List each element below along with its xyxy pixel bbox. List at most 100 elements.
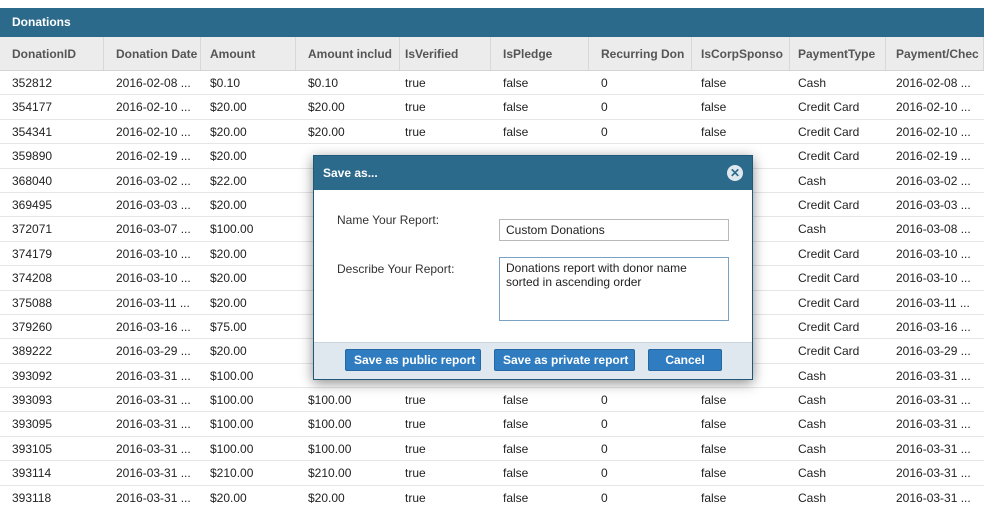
- table-cell: false: [701, 76, 727, 90]
- table-cell: 2016-02-10 ...: [896, 124, 971, 139]
- column-header[interactable]: IsCorpSponso: [689, 37, 790, 70]
- table-row[interactable]: 393093 2016-03-31 ... $100.00 $100.00 true fa…: [0, 388, 984, 413]
- dialog-footer: Save as public report Save as private re…: [314, 342, 752, 379]
- table-cell: true: [405, 490, 426, 505]
- table-cell: Credit Card: [798, 319, 860, 334]
- save-public-button[interactable]: Save as public report: [345, 349, 481, 371]
- table-cell: $20.00: [308, 124, 345, 139]
- table-cell: 379260: [12, 319, 53, 334]
- table-cell: 393092: [12, 368, 53, 383]
- table-cell: 0: [601, 490, 608, 505]
- table-cell: $20.00: [210, 149, 247, 164]
- table-cell: 0: [601, 441, 608, 456]
- column-header[interactable]: IsVerified: [393, 37, 491, 70]
- column-header[interactable]: IsPledge: [491, 37, 589, 70]
- table-row[interactable]: 354341 2016-02-10 ... $20.00 $20.00 true fals…: [0, 120, 984, 145]
- table-cell: true: [405, 417, 426, 432]
- column-header[interactable]: PaymentType: [786, 37, 886, 70]
- table-cell: false: [503, 441, 529, 456]
- table-cell: Credit Card: [798, 197, 860, 212]
- report-name-input[interactable]: [499, 219, 729, 241]
- table-cell: 2016-03-03 ...: [116, 197, 191, 212]
- column-header[interactable]: Recurring Don: [589, 37, 692, 70]
- table-cell: 375088: [12, 295, 53, 310]
- table-cell: false: [701, 124, 727, 139]
- table-cell: 2016-03-10 ...: [116, 246, 191, 261]
- table-cell: $100.00: [210, 417, 254, 432]
- table-cell: 2016-03-16 ...: [896, 319, 971, 334]
- table-row[interactable]: 393118 2016-03-31 ... $20.00 $20.00 true fals…: [0, 486, 984, 506]
- table-cell: 2016-03-31 ...: [116, 466, 191, 481]
- table-cell: $20.00: [210, 271, 247, 286]
- save-private-button[interactable]: Save as private report: [494, 349, 635, 371]
- table-cell: 0: [601, 393, 608, 408]
- table-cell: Credit Card: [798, 149, 860, 164]
- table-cell: false: [701, 100, 727, 115]
- table-cell: 2016-03-08 ...: [896, 222, 971, 237]
- table-cell: Cash: [798, 76, 827, 90]
- table-cell: $20.00: [308, 490, 345, 505]
- table-cell: $20.00: [210, 490, 247, 505]
- table-cell: 2016-03-02 ...: [116, 173, 191, 188]
- table-row[interactable]: 393114 2016-03-31 ... $210.00 $210.00 true fa…: [0, 461, 984, 486]
- report-description-input[interactable]: Donations report with donor name sorted …: [499, 257, 729, 321]
- table-cell: Credit Card: [798, 124, 860, 139]
- table-cell: 0: [601, 417, 608, 432]
- table-cell: Cash: [798, 222, 827, 237]
- table-cell: Cash: [798, 417, 827, 432]
- table-cell: true: [405, 393, 426, 408]
- column-header[interactable]: DonationID: [0, 37, 104, 70]
- save-as-dialog: Save as... ✕ Name Your Report: Describe …: [313, 155, 753, 380]
- table-cell: 2016-03-11 ...: [116, 295, 190, 310]
- report-description-label: Describe Your Report:: [337, 262, 455, 276]
- table-cell: false: [701, 466, 727, 481]
- table-cell: 0: [601, 466, 608, 481]
- table-row[interactable]: 352812 2016-02-08 ... $0.10 $0.10 true false 0…: [0, 71, 984, 96]
- dialog-header: Save as... ✕: [314, 156, 752, 190]
- table-cell: 2016-03-31 ...: [896, 490, 971, 505]
- table-cell: $100.00: [210, 222, 254, 237]
- column-header[interactable]: Amount includ: [296, 37, 400, 70]
- table-cell: $100.00: [308, 441, 352, 456]
- table-cell: 2016-03-07 ...: [116, 222, 191, 237]
- table-cell: false: [503, 100, 529, 115]
- table-cell: 2016-03-31 ...: [116, 441, 191, 456]
- table-cell: true: [405, 76, 426, 90]
- table-cell: false: [503, 393, 529, 408]
- table-cell: Cash: [798, 441, 827, 456]
- table-cell: false: [503, 417, 529, 432]
- table-cell: Cash: [798, 490, 827, 505]
- table-row[interactable]: 393105 2016-03-31 ... $100.00 $100.00 true fa…: [0, 437, 984, 462]
- column-header[interactable]: Payment/Chec: [884, 37, 984, 70]
- table-cell: $20.00: [210, 246, 247, 261]
- table-cell: Credit Card: [798, 271, 860, 286]
- table-cell: 2016-02-08 ...: [896, 76, 971, 90]
- table-cell: Credit Card: [798, 100, 860, 115]
- table-cell: 2016-03-31 ...: [896, 466, 971, 481]
- table-row[interactable]: 354177 2016-02-10 ... $20.00 $20.00 true fals…: [0, 95, 984, 120]
- table-cell: $20.00: [210, 344, 247, 359]
- table-cell: $20.00: [210, 197, 247, 212]
- table-cell: 2016-03-29 ...: [116, 344, 191, 359]
- table-cell: 2016-03-16 ...: [116, 319, 191, 334]
- table-cell: $210.00: [210, 466, 254, 481]
- table-cell: 2016-02-10 ...: [116, 124, 191, 139]
- table-cell: 372071: [12, 222, 53, 237]
- table-cell: $0.10: [210, 76, 241, 90]
- table-cell: 2016-03-10 ...: [896, 246, 971, 261]
- column-header[interactable]: Donation Date: [104, 37, 201, 70]
- table-cell: 2016-03-31 ...: [116, 490, 191, 505]
- dialog-title: Save as...: [323, 166, 378, 180]
- cancel-button[interactable]: Cancel: [648, 349, 722, 371]
- table-cell: 2016-03-11 ...: [896, 295, 970, 310]
- table-cell: false: [503, 490, 529, 505]
- table-cell: 2016-03-03 ...: [896, 197, 971, 212]
- close-icon[interactable]: ✕: [727, 165, 743, 181]
- table-cell: 2016-03-31 ...: [116, 417, 191, 432]
- table-cell: false: [701, 393, 727, 408]
- table-cell: true: [405, 466, 426, 481]
- column-header[interactable]: Amount: [198, 37, 296, 70]
- table-row[interactable]: 393095 2016-03-31 ... $100.00 $100.00 true fa…: [0, 412, 984, 437]
- table-cell: $210.00: [308, 466, 352, 481]
- table-cell: Credit Card: [798, 344, 860, 359]
